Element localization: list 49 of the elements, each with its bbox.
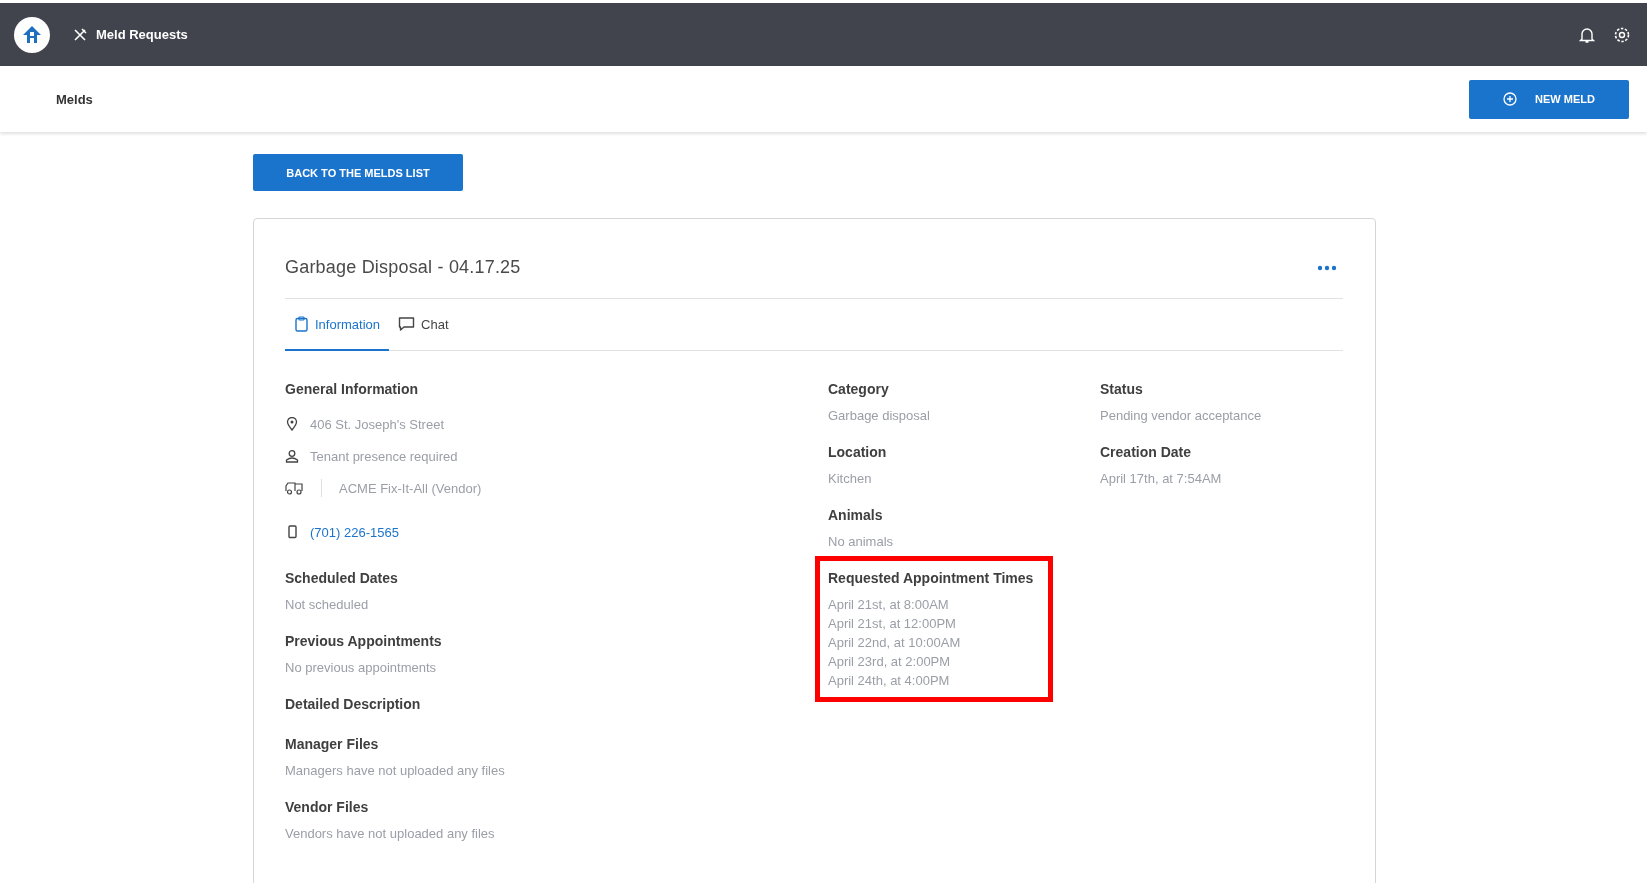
section-heading: Status — [1100, 381, 1144, 397]
mobile-phone-icon — [285, 525, 299, 539]
section-heading: Detailed Description — [285, 696, 422, 712]
section-value: Pending vendor acceptance — [1100, 408, 1263, 423]
settings-icon[interactable] — [1613, 25, 1631, 44]
section-value: Kitchen — [828, 471, 873, 486]
section-value: Vendors have not uploaded any files — [285, 826, 496, 841]
tab[interactable]: Information — [285, 299, 390, 351]
clipboard-icon — [294, 316, 309, 332]
section-heading: General Information — [285, 381, 420, 397]
section-heading: Requested Appointment Times — [828, 570, 1035, 586]
section-heading: Vendor Files — [285, 799, 370, 815]
section-heading: Scheduled Dates — [285, 570, 399, 586]
phone-link[interactable]: (701) 226-1565 — [310, 524, 399, 540]
section-value: No previous appointments — [285, 660, 438, 675]
truck-icon — [285, 481, 304, 495]
appointment-time: April 21st, at 8:00AM — [828, 596, 950, 614]
section-value: No animals — [828, 534, 895, 549]
appointment-time: April 23rd, at 2:00PM — [828, 653, 952, 671]
more-options-icon[interactable] — [1317, 264, 1337, 271]
section-heading: Location — [828, 444, 888, 460]
tools-icon — [72, 26, 88, 43]
page-title: Melds — [56, 91, 93, 107]
tab[interactable]: Chat — [389, 299, 458, 351]
appointment-time: April 21st, at 12:00PM — [828, 615, 957, 633]
app-title: Meld Requests — [96, 27, 188, 42]
section-heading: Creation Date — [1100, 444, 1193, 460]
person-icon — [285, 449, 299, 463]
plus-circle-icon — [1503, 92, 1518, 106]
chat-bubble-icon — [398, 316, 416, 332]
section-value: Garbage disposal — [828, 408, 931, 423]
notification-bell-icon[interactable] — [1578, 25, 1596, 44]
section-value: Not scheduled — [285, 597, 370, 612]
section-heading: Previous Appointments — [285, 633, 443, 649]
appointment-time: April 24th, at 4:00PM — [828, 672, 951, 690]
logo-icon[interactable] — [14, 16, 50, 53]
address-text: 406 St. Joseph's Street — [310, 416, 444, 432]
section-value: Managers have not uploaded any files — [285, 763, 506, 778]
vendor-text: ACME Fix-It-All (Vendor) — [339, 480, 482, 496]
meld-title: Garbage Disposal - 04.17.25 — [285, 257, 521, 278]
section-value: April 17th, at 7:54AM — [1100, 471, 1223, 486]
section-heading: Animals — [828, 507, 884, 523]
back-button[interactable]: BACK TO THE MELDS LIST — [253, 154, 463, 191]
new-meld-button[interactable]: NEW MELD — [1469, 79, 1629, 119]
tenant-presence-text: Tenant presence required — [310, 448, 458, 464]
location-pin-icon — [285, 417, 299, 431]
section-heading: Manager Files — [285, 736, 380, 752]
appointment-time: April 22nd, at 10:00AM — [828, 634, 962, 652]
section-heading: Category — [828, 381, 890, 397]
